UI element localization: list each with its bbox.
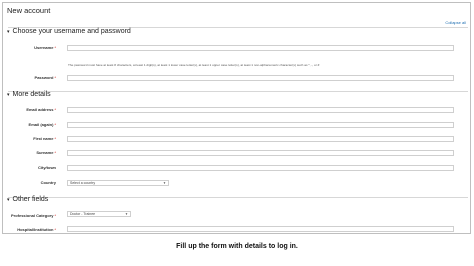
email-again-input[interactable] <box>67 122 454 128</box>
required-icon: * <box>54 122 56 127</box>
page-title: New account <box>7 6 51 15</box>
country-label: Country <box>41 180 56 185</box>
city-input[interactable] <box>67 165 454 171</box>
hospital-input[interactable] <box>67 226 454 232</box>
section-header-other[interactable]: ▾ Other fields <box>7 196 48 203</box>
country-label-text: Country <box>40 180 56 185</box>
password-label: Password * <box>35 75 56 80</box>
section-divider <box>8 91 468 92</box>
username-label-text: Username <box>34 45 54 50</box>
email-input[interactable] <box>67 107 454 113</box>
chevron-down-icon: ▾ <box>7 91 10 98</box>
section-header-credentials[interactable]: ▾ Choose your username and password <box>7 28 131 35</box>
section-title: More details <box>12 91 51 98</box>
email-label-text: Email address <box>26 107 54 112</box>
section-divider <box>8 197 468 198</box>
required-icon: * <box>54 150 56 155</box>
hospital-label-text: Hospital/Institution <box>17 227 54 232</box>
section-title: Other fields <box>12 196 49 203</box>
username-label: Username * <box>34 45 56 50</box>
chevron-down-icon: ▾ <box>7 28 10 35</box>
first-name-label-text: First name <box>33 136 54 141</box>
surname-label: Surname * <box>36 150 56 155</box>
professional-category-value: Doctor - Trainee <box>70 212 96 216</box>
hospital-label: Hospital/Institution * <box>17 227 56 232</box>
professional-category-label-text: Professional Category <box>10 213 54 218</box>
password-input[interactable] <box>67 75 454 81</box>
required-icon: * <box>54 75 56 80</box>
figure-caption: Fill up the form with details to log in. <box>176 243 298 250</box>
first-name-label: First name * <box>33 136 56 141</box>
section-title: Choose your username and password <box>12 28 131 35</box>
professional-category-select[interactable]: Doctor - Trainee ▼ <box>67 211 131 217</box>
required-icon: * <box>54 107 56 112</box>
chevron-down-icon: ▼ <box>163 181 166 185</box>
surname-label-text: Surname <box>36 150 54 155</box>
username-input[interactable] <box>67 45 454 51</box>
password-label-text: Password <box>34 75 54 80</box>
surname-input[interactable] <box>67 150 454 156</box>
signup-form-panel: New account Collapse all ▾ Choose your u… <box>2 2 471 234</box>
required-icon: * <box>54 136 56 141</box>
country-select[interactable]: Select a country ▼ <box>67 180 169 186</box>
professional-category-label: Professional Category * <box>11 213 56 218</box>
required-icon: * <box>54 213 56 218</box>
city-label: City/town <box>38 165 56 170</box>
chevron-down-icon: ▼ <box>125 212 128 216</box>
chevron-down-icon: ▾ <box>7 196 10 203</box>
country-select-value: Select a country <box>70 181 96 185</box>
required-icon: * <box>54 227 56 232</box>
first-name-input[interactable] <box>67 136 454 142</box>
section-header-details[interactable]: ▾ More details <box>7 91 51 98</box>
password-requirements-text: The password must have at least 8 charac… <box>68 63 320 67</box>
collapse-all-link[interactable]: Collapse all <box>445 20 466 25</box>
city-label-text: City/town <box>38 165 56 170</box>
email-label: Email address * <box>26 107 56 112</box>
email-again-label: Email (again) * <box>29 122 56 127</box>
required-icon: * <box>54 45 56 50</box>
email-again-label-text: Email (again) <box>28 122 54 127</box>
